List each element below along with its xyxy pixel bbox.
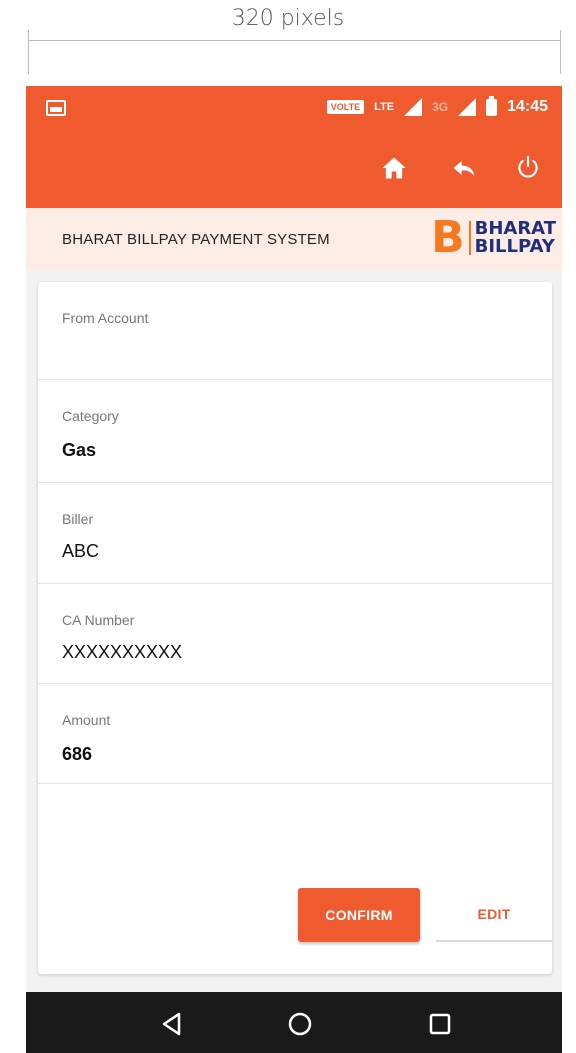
signal-icon (404, 98, 423, 116)
amount-value: 686 (62, 744, 93, 764)
nav-home-icon[interactable] (282, 1006, 318, 1042)
category-value: Gas (62, 440, 97, 460)
from-account-field[interactable]: From Account (38, 282, 552, 380)
confirm-button[interactable]: CONFIRM (298, 888, 420, 942)
logo-line-2: BILLPAY (474, 236, 555, 257)
biller-field[interactable]: Biller ABC (38, 483, 552, 584)
dimension-tick-right (560, 30, 561, 74)
category-label: Category (62, 408, 119, 424)
gallery-notification-icon (46, 100, 66, 116)
system-nav-bar (26, 992, 562, 1053)
signal-icon-2 (458, 98, 477, 116)
brand-bar: BHARAT BILLPAY PAYMENT SYSTEM B BHARAT B… (26, 208, 562, 270)
app-bar (26, 134, 562, 208)
nav-back-icon[interactable] (154, 1006, 190, 1042)
back-icon[interactable] (448, 154, 480, 186)
status-bar: VOLTE LTE 3G 14:45 (26, 86, 562, 134)
amount-field[interactable]: Amount 686 (38, 684, 552, 784)
bharat-billpay-logo: B BHARAT BILLPAY (431, 216, 556, 260)
dimension-label: 320 pixels (231, 6, 345, 31)
home-icon[interactable] (378, 154, 410, 186)
payment-details-card: From Account Category Gas Biller ABC CA … (38, 282, 552, 974)
battery-icon (486, 95, 498, 116)
logo-letter: B (431, 212, 465, 263)
phone-screen: VOLTE LTE 3G 14:45 BHARAT BILLPAY PAYMEN… (26, 86, 562, 1053)
ca-number-label: CA Number (62, 612, 135, 628)
from-account-label: From Account (62, 310, 149, 326)
biller-value: ABC (62, 541, 100, 561)
dimension-tick-left (28, 30, 29, 74)
amount-label: Amount (62, 712, 111, 728)
brand-title: BHARAT BILLPAY PAYMENT SYSTEM (62, 231, 330, 248)
status-time: 14:45 (507, 98, 548, 115)
logo-divider (468, 221, 471, 255)
nav-recents-icon[interactable] (422, 1006, 458, 1042)
power-icon[interactable] (512, 154, 544, 186)
lte-indicator: LTE (374, 101, 395, 113)
ca-number-field[interactable]: CA Number XXXXXXXXXX (38, 584, 552, 684)
network-3g-indicator: 3G (432, 100, 449, 114)
volte-badge: VOLTE (326, 100, 365, 114)
category-field[interactable]: Category Gas (38, 380, 552, 483)
edit-button[interactable]: EDIT (436, 888, 552, 942)
ca-number-value: XXXXXXXXXX (62, 642, 183, 662)
biller-label: Biller (62, 511, 94, 527)
dimension-line (28, 40, 561, 41)
